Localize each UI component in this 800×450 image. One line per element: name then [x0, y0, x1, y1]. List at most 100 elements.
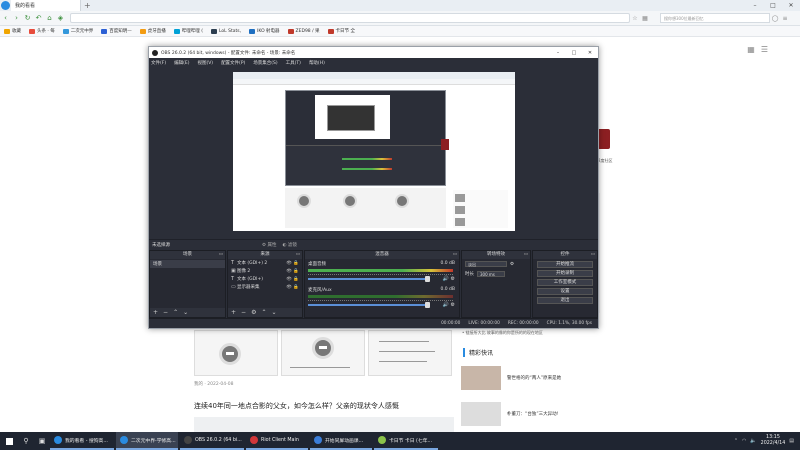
star-icon[interactable]: ☆ [630, 15, 640, 22]
obs-maximize-icon[interactable]: □ [566, 50, 582, 56]
move-up-icon[interactable]: ⌃ [261, 309, 266, 316]
minimize-icon[interactable]: – [746, 2, 764, 9]
menu-item[interactable]: 工具(T) [286, 60, 301, 66]
add-scene-icon[interactable]: + [153, 309, 158, 316]
dock-options-icon[interactable]: ▭ [219, 251, 223, 259]
taskbar-app[interactable]: 开始同屏动画课... [310, 432, 372, 450]
close-icon[interactable]: ✕ [782, 2, 800, 9]
menu-item[interactable]: 配置文件(P) [221, 60, 245, 66]
remove-source-icon[interactable]: − [241, 309, 246, 316]
transition-select[interactable]: 淡出 [465, 261, 507, 267]
search-input[interactable]: 搜你想300位最新回忆 [660, 13, 770, 23]
dock-options-icon[interactable]: ▭ [296, 251, 300, 259]
article-title[interactable]: 连续40年同一地点合影的父女，如今怎么样？父亲的现状令人感慨 [194, 401, 399, 411]
source-item[interactable]: T 文本 (GDI+) 👁 🔒 [228, 275, 302, 283]
dock-options-icon[interactable]: ▭ [524, 251, 528, 259]
news-item[interactable]: 朴董刀：“台独”三大异动! [461, 402, 601, 426]
control-button[interactable]: 设置 [537, 288, 593, 295]
transition-settings-icon[interactable]: ⚙ [510, 262, 514, 267]
forward-icon[interactable]: › [11, 14, 22, 22]
volume-icon[interactable]: 🔈 [750, 438, 756, 444]
back-icon[interactable]: ‹ [0, 14, 11, 22]
taskbar-app[interactable]: 二次元中界-学修高... [116, 432, 178, 450]
taskbar-app[interactable]: Riot Client Main [246, 432, 308, 450]
taskbar-app[interactable]: OBS 26.0.2 (64 bi... [180, 432, 244, 450]
menu-icon[interactable]: ☰ [761, 45, 768, 54]
maximize-icon[interactable]: □ [764, 2, 782, 9]
taskbar-app[interactable]: 卡日节 卡日 (七年... [374, 432, 438, 450]
obs-close-icon[interactable]: ✕ [582, 50, 598, 56]
undo-icon[interactable]: ↶ [33, 14, 44, 22]
start-button[interactable] [0, 432, 18, 450]
move-down-icon[interactable]: ⌄ [271, 309, 276, 316]
obs-preview[interactable] [149, 67, 598, 239]
meme-thumbnail[interactable] [194, 330, 278, 376]
gear-icon[interactable]: ⚙ [451, 276, 455, 282]
menu-item[interactable]: 视图(V) [197, 60, 213, 66]
home-icon[interactable]: ⌂ [44, 14, 55, 22]
filters-button[interactable]: ◐ 滤镜 [282, 242, 296, 248]
duration-input[interactable]: 300 ms [477, 271, 505, 277]
source-item[interactable]: ▣ 图像 2 👁 🔒 [228, 267, 302, 275]
address-bar[interactable] [70, 13, 630, 23]
dock-options-icon[interactable]: ▭ [591, 251, 595, 259]
network-icon[interactable]: ◠ [742, 438, 746, 444]
bookmark-item[interactable]: 收藏 [4, 28, 21, 34]
properties-button[interactable]: ⚙ 属性 [262, 242, 276, 248]
visibility-lock-icon[interactable]: 👁 🔒 [286, 277, 299, 282]
side-link[interactable]: • 链接所大比 故事的像的你是所的的现在地区 [462, 330, 543, 336]
add-source-icon[interactable]: + [231, 309, 236, 316]
move-down-icon[interactable]: ⌄ [183, 309, 188, 316]
menu-item[interactable]: 编辑(E) [174, 60, 189, 66]
dock-options-icon[interactable]: ▭ [453, 251, 457, 259]
control-button[interactable]: 退出 [537, 297, 593, 304]
speaker-icon[interactable]: 🔊 [443, 302, 449, 308]
bookmark-item[interactable]: 虎牙直播 [139, 28, 166, 34]
bookmark-item[interactable]: ZED98 / 果 [287, 28, 320, 34]
bookmark-item[interactable]: 二次元中界 [62, 28, 93, 34]
bookmark-item[interactable]: 头条 · 每 [29, 28, 55, 34]
source-settings-icon[interactable]: ⚙ [251, 309, 256, 316]
browser-tab[interactable]: 我的看看 [11, 0, 81, 11]
article-image-strip[interactable] [194, 417, 454, 433]
news-item[interactable]: 警世格的的“两人”原来是她 [461, 366, 601, 390]
bookmark-item[interactable]: IKO 射电器 [249, 28, 280, 34]
source-item[interactable]: ▭ 显示器采集 👁 🔒 [228, 283, 302, 291]
tray-chevron-icon[interactable]: ⌃ [734, 438, 738, 444]
gear-icon[interactable]: ⚙ [451, 302, 455, 308]
speaker-icon[interactable]: 🔊 [443, 276, 449, 282]
taskbar-app[interactable]: 我的看看 - 搜狗高... [50, 432, 114, 450]
browser-logo-icon[interactable] [0, 0, 11, 11]
meme-thumbnail[interactable] [281, 330, 365, 376]
visibility-lock-icon[interactable]: 👁 🔒 [286, 269, 299, 274]
user-icon[interactable]: ◯ [770, 15, 780, 22]
bookmark-item[interactable]: 卡日节 全 [327, 28, 355, 34]
bookmark-item[interactable]: 百度知明— [101, 28, 132, 34]
volume-slider[interactable] [308, 276, 430, 282]
shield-icon[interactable]: ◈ [55, 14, 66, 22]
source-item[interactable]: T 文本 (GDI+) 2 👁 🔒 [228, 259, 302, 267]
list-view-icon[interactable]: ▦ [747, 45, 755, 54]
obs-minimize-icon[interactable]: – [550, 50, 566, 56]
control-button[interactable]: 开始推流 [537, 261, 593, 268]
clock[interactable]: 13:15 2022/4/14 [761, 435, 786, 447]
menu-item[interactable]: 场景集合(S) [253, 60, 277, 66]
menu-item[interactable]: 帮助(H) [309, 60, 325, 66]
control-button[interactable]: 工作室模式 [537, 279, 593, 286]
remove-scene-icon[interactable]: − [163, 309, 168, 316]
bookmark-item[interactable]: 哔哩哔哩 ( [173, 28, 203, 34]
search-icon[interactable]: ⚲ [18, 437, 34, 445]
notification-icon[interactable]: ▤ [789, 438, 794, 444]
meme-thumbnail[interactable] [368, 330, 452, 376]
visibility-lock-icon[interactable]: 👁 🔒 [286, 261, 299, 266]
scene-item[interactable]: 场景 [150, 260, 225, 268]
new-tab-icon[interactable]: + [81, 1, 91, 10]
visibility-lock-icon[interactable]: 👁 🔒 [286, 285, 299, 290]
menu-item[interactable]: 文件(F) [151, 60, 166, 66]
refresh-icon[interactable]: ↻ [22, 14, 33, 22]
task-view-icon[interactable]: ▣ [34, 437, 50, 445]
menu-icon[interactable]: ≡ [780, 15, 790, 22]
control-button[interactable]: 开始录制 [537, 270, 593, 277]
bookmark-item[interactable]: LoL Stats, [210, 28, 241, 34]
grid-icon[interactable]: ▦ [640, 15, 650, 22]
